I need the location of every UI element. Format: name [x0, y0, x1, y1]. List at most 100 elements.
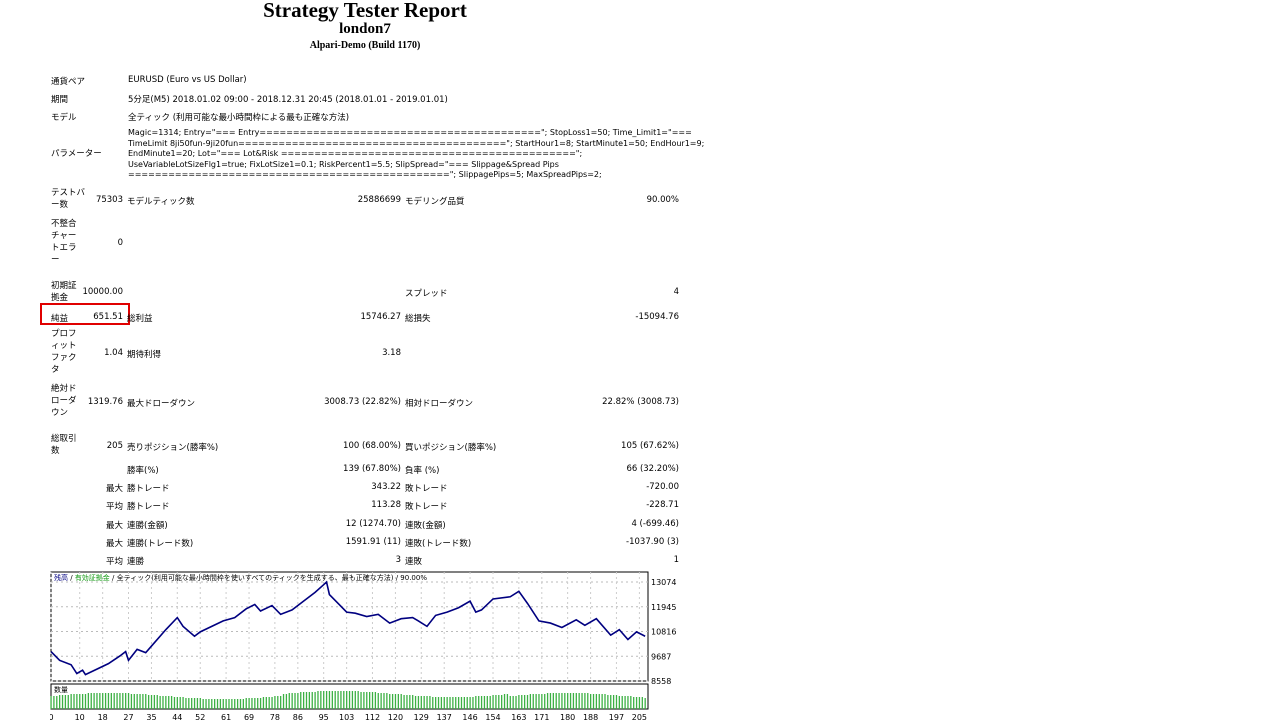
- volume-bar: [317, 691, 319, 709]
- volume-bar: [257, 698, 259, 709]
- volume-bar: [300, 692, 302, 709]
- volume-bar: [538, 694, 540, 709]
- volume-bar: [394, 694, 397, 709]
- volume-bar: [320, 691, 322, 709]
- volume-bar: [549, 693, 552, 709]
- model-value: 全ティック (利用可能な最小時間枠による最も正確な方法): [128, 113, 350, 123]
- volume-bar: [584, 693, 586, 709]
- volume-bar: [84, 694, 87, 709]
- volume-bar: [211, 699, 213, 709]
- volume-bar: [589, 694, 592, 709]
- volume-bar: [50, 696, 52, 709]
- volume-bar: [102, 693, 104, 709]
- volume-bar: [610, 695, 612, 709]
- row-value-2: 4 (-699.46): [631, 518, 679, 529]
- volume-bar: [472, 697, 474, 709]
- report-title: Strategy Tester Report: [263, 0, 467, 22]
- volume-bar: [518, 695, 520, 709]
- volume-bar: [612, 695, 615, 709]
- volume-bar: [615, 695, 618, 709]
- volume-bar: [414, 696, 417, 709]
- rel-dd-value: 22.82% (3008.73): [602, 397, 679, 407]
- row-prefix: 平均: [105, 502, 123, 513]
- row-value-1: 343.22: [371, 482, 401, 493]
- volume-bar: [130, 694, 133, 709]
- volume-bar: [351, 691, 354, 709]
- symbol-label: 通貨ペア: [51, 77, 86, 87]
- volume-bar: [93, 693, 95, 709]
- volume-bar: [205, 699, 207, 709]
- volume-bar: [199, 698, 201, 709]
- volume-bar: [509, 696, 511, 709]
- volume-bar: [486, 696, 488, 709]
- gross-profit-value: 15746.27: [360, 312, 401, 322]
- volume-bar: [366, 692, 368, 709]
- volume-bar: [429, 696, 431, 709]
- volume-bar: [70, 694, 72, 709]
- volume-bar: [541, 694, 543, 709]
- volume-bar: [423, 696, 425, 709]
- volume-bar: [552, 693, 554, 709]
- volume-bar: [182, 697, 184, 709]
- long-label: 買いポジション(勝率%): [405, 443, 497, 453]
- volume-bar: [73, 694, 75, 709]
- volume-bar: [107, 693, 110, 709]
- volume-bar: [409, 695, 411, 709]
- volume-bar: [561, 693, 563, 709]
- payoff-label: 期待利得: [127, 350, 162, 360]
- volume-bar: [446, 697, 448, 709]
- volume-bar: [196, 698, 199, 709]
- volume-bar: [219, 699, 222, 709]
- volume-bar: [302, 692, 305, 709]
- volume-bar: [391, 694, 394, 709]
- volume-label: 数量: [54, 685, 68, 694]
- volume-bar: [515, 696, 517, 709]
- volume-bar: [236, 699, 239, 709]
- volume-bar: [604, 694, 606, 709]
- deposit-label: 初期証拠金: [51, 281, 77, 303]
- volume-bar: [216, 699, 219, 709]
- row-value-2: -720.00: [646, 482, 679, 493]
- volume-bar: [56, 696, 58, 709]
- mismatch-value: 0: [117, 238, 123, 248]
- volume-bar: [383, 693, 385, 709]
- symbol-value: EURUSD (Euro vs US Dollar): [128, 75, 247, 85]
- volume-bar: [371, 692, 374, 709]
- abs-dd-label: 絶対ドローダウン: [51, 384, 77, 418]
- bars-value: 75303: [95, 195, 123, 205]
- period-value: 5分足(M5) 2018.01.02 09:00 - 2018.12.31 20…: [128, 95, 448, 105]
- short-label: 売りポジション(勝率%): [127, 443, 219, 453]
- volume-bar: [323, 691, 325, 709]
- volume-bar: [277, 696, 279, 709]
- chart-legend: 残高 / 有効証拠金 / 全ティック(利用可能な最小時間枠を使いすべてのティック…: [54, 573, 427, 582]
- volume-bar: [162, 696, 164, 709]
- volume-bar: [546, 693, 549, 709]
- volume-bar: [630, 696, 632, 709]
- row-value-1: 113.28: [371, 500, 401, 511]
- volume-bar: [535, 694, 537, 709]
- volume-bar: [136, 694, 138, 709]
- volume-bar: [426, 696, 428, 709]
- volume-bar: [555, 693, 557, 709]
- volume-bar: [133, 694, 135, 709]
- volume-bar: [455, 697, 457, 709]
- volume-bar: [624, 696, 626, 709]
- server-build: Alpari-Demo (Build 1170): [309, 40, 421, 51]
- volume-bar: [506, 694, 509, 709]
- volume-bar: [282, 694, 285, 709]
- volume-bar: [234, 699, 236, 709]
- volume-bar: [90, 693, 92, 709]
- row-label-2: 敗トレード: [405, 484, 448, 495]
- volume-bar: [406, 695, 408, 709]
- volume-bar: [76, 694, 78, 709]
- volume-bar: [239, 699, 242, 709]
- volume-bar: [334, 691, 336, 709]
- volume-bar: [432, 697, 434, 709]
- volume-bar: [147, 695, 150, 709]
- payoff-value: 3.18: [382, 348, 401, 358]
- row-label-1: 連勝(金額): [127, 520, 168, 531]
- volume-bar: [67, 695, 69, 709]
- volume-bar: [337, 691, 339, 709]
- volume-bar: [627, 696, 629, 709]
- volume-bar: [377, 693, 379, 709]
